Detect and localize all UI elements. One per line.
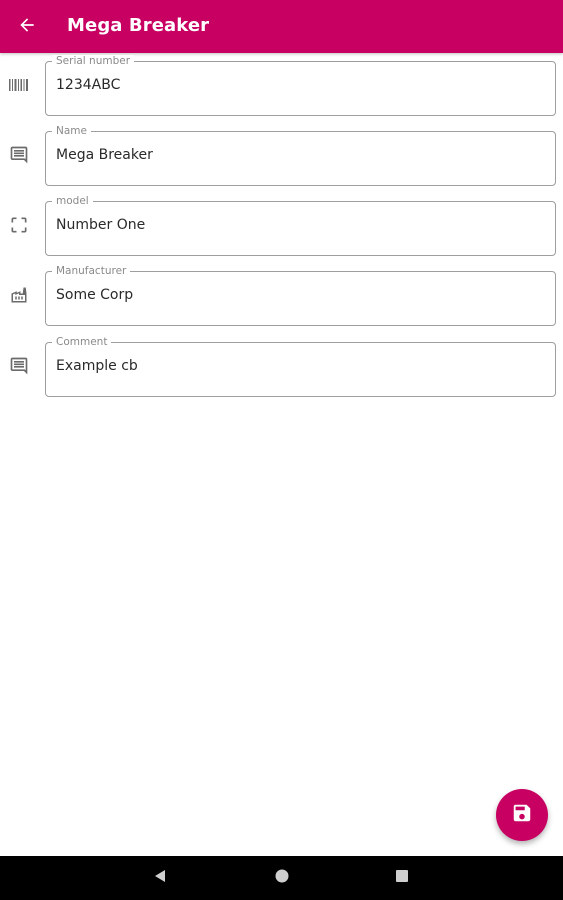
serial-number-label: Serial number (52, 55, 135, 67)
nav-back-button[interactable] (150, 868, 170, 888)
triangle-back-icon (152, 868, 168, 888)
serial-number-row: Serial number (0, 55, 563, 116)
model-input[interactable] (56, 214, 536, 236)
comment-icon (9, 145, 29, 165)
comment-icon (9, 356, 29, 376)
name-input[interactable] (56, 144, 536, 166)
arrow-left-icon (17, 15, 37, 39)
app-screen: Mega Breaker Serial number 1234ABC Name … (0, 0, 563, 900)
system-navigation-bar (0, 856, 563, 900)
comment-label: Comment (52, 336, 112, 348)
save-icon (511, 802, 533, 828)
barcode-icon (9, 75, 29, 95)
save-button[interactable] (496, 789, 548, 841)
factory-icon (9, 285, 29, 305)
comment-input[interactable] (56, 355, 536, 377)
nav-recents-button[interactable] (392, 868, 412, 888)
circle-home-icon (274, 868, 290, 888)
nav-home-button[interactable] (272, 868, 292, 888)
name-label: Name (52, 125, 91, 137)
manufacturer-row: Manufacturer (0, 265, 563, 326)
back-button[interactable] (8, 8, 46, 46)
app-bar: Mega Breaker (0, 0, 563, 53)
manufacturer-input[interactable] (56, 284, 536, 306)
comment-row: Comment (0, 336, 563, 397)
focus-frame-icon (9, 215, 29, 235)
page-title: Mega Breaker (67, 15, 210, 36)
serial-number-input[interactable] (56, 74, 536, 96)
square-recents-icon (394, 868, 410, 888)
name-row: Name (0, 125, 563, 186)
manufacturer-label: Manufacturer (52, 265, 131, 277)
model-row: model (0, 195, 563, 256)
model-label: model (52, 195, 93, 207)
